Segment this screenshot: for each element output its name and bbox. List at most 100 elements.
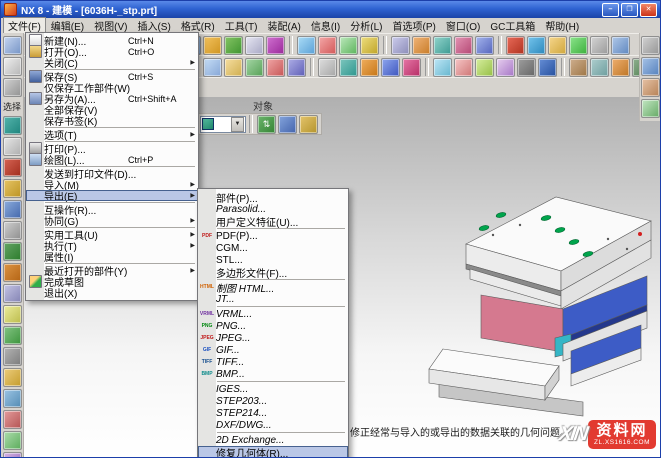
tb2-tool-icon-10[interactable] [203,58,222,77]
tb1-tool-icon-29[interactable] [569,36,588,55]
menubar-item-window[interactable]: 窗口(O) [441,17,485,34]
tbr-tool-icon-3[interactable] [641,99,660,118]
side-tool-icon-12[interactable] [3,284,22,303]
side-tool-icon-15[interactable] [3,347,22,366]
selection-scope-dropdown[interactable]: ▼ [200,116,246,133]
tb1-tool-icon-28[interactable] [548,36,567,55]
tb2-tool-icon-23[interactable] [454,58,473,77]
export-menu-item-pdf[interactable]: PDFPDF(P)... [198,230,348,242]
export-menu-item-png[interactable]: PNGPNG... [198,320,348,332]
tb1-tool-icon-26[interactable] [506,36,525,55]
tb1-tool-icon-13[interactable] [266,36,285,55]
export-menu-item-polygon-file[interactable]: 多边形文件(F)... [198,266,348,278]
tb1-tool-icon-31[interactable] [611,36,630,55]
tb2-tool-icon-17[interactable] [339,58,358,77]
side-tool-icon-9[interactable] [3,221,22,240]
side-tool-icon-5[interactable] [3,137,22,156]
tb1-tool-icon-30[interactable] [590,36,609,55]
side-tool-icon-6[interactable] [3,158,22,177]
file-menu-item-collaborate[interactable]: 协同(G)▶ [26,215,198,226]
maximize-button[interactable]: ❐ [621,3,638,17]
menubar-item-preferences[interactable]: 首选项(P) [388,17,441,34]
tb1-tool-icon-16[interactable] [318,36,337,55]
tb1-tool-icon-15[interactable] [297,36,316,55]
tb1-tool-icon-21[interactable] [412,36,431,55]
tb1-tool-icon-12[interactable] [245,36,264,55]
side-tool-icon-14[interactable] [3,326,22,345]
tb2-tool-icon-11[interactable] [224,58,243,77]
tb2-tool-icon-13[interactable] [266,58,285,77]
side-tool-icon-18[interactable] [3,410,22,429]
file-menu-item-options[interactable]: 选项(T)▶ [26,129,198,140]
export-menu-item-step214[interactable]: STEP214... [198,407,348,419]
menubar-item-help[interactable]: 帮助(H) [540,17,584,34]
dropdown-caret-icon[interactable]: ▼ [231,117,244,132]
menubar-item-gc-toolbox[interactable]: GC工具箱 [485,17,540,34]
tb2-tool-icon-31[interactable] [611,58,630,77]
side-tool-icon-19[interactable] [3,431,22,450]
side-tool-icon-13[interactable] [3,305,22,324]
side-tool-icon-2[interactable] [3,78,22,97]
tb1-tool-icon-20[interactable] [391,36,410,55]
tb1-tool-icon-10[interactable] [203,36,222,55]
tb2-tool-icon-24[interactable] [475,58,494,77]
tb2-tool-icon-25[interactable] [496,58,515,77]
reverse-direction-icon[interactable]: ⇅ [257,115,276,134]
export-menu-item-tiff[interactable]: TIFFTIFF... [198,356,348,368]
tb2-tool-icon-20[interactable] [402,58,421,77]
file-menu-item-exit[interactable]: 退出(X) [26,287,198,298]
close-button[interactable]: ✕ [640,3,657,17]
side-tool-icon-0[interactable] [3,36,22,55]
tb2-tool-icon-22[interactable] [433,58,452,77]
tb1-tool-icon-24[interactable] [475,36,494,55]
tb2-tool-icon-27[interactable] [538,58,557,77]
export-menu-item-bmp[interactable]: BMPBMP... [198,368,348,380]
export-menu-item-vrml[interactable]: VRMLVRML... [198,308,348,320]
export-menu-item-gif[interactable]: GIFGIF... [198,344,348,356]
menubar-item-assemblies[interactable]: 装配(A) [262,17,305,34]
tb2-tool-icon-16[interactable] [318,58,337,77]
tb2-tool-icon-12[interactable] [245,58,264,77]
export-menu-item-dxf-dwg[interactable]: DXF/DWG... [198,419,348,431]
side-tool-icon-1[interactable] [3,57,22,76]
export-menu-item-iges[interactable]: IGES... [198,383,348,395]
tb1-tool-icon-18[interactable] [360,36,379,55]
export-menu-item-drafting-html[interactable]: HTML制图 HTML... [198,281,348,293]
file-menu-item-export[interactable]: 导出(E)▶ [26,190,198,201]
side-tool-icon-4[interactable] [3,116,22,135]
tbr-tool-icon-2[interactable] [641,78,660,97]
file-menu-item-save-bookmark[interactable]: 保存书签(K) [26,115,198,126]
snap-point-icon[interactable] [278,115,297,134]
side-tool-icon-17[interactable] [3,389,22,408]
tb2-tool-icon-29[interactable] [569,58,588,77]
export-menu-item-repair-geometry[interactable]: 修复几何体(R)... [198,446,348,458]
model-pink-block[interactable] [481,295,563,352]
side-tool-icon-8[interactable] [3,200,22,219]
folder-icon[interactable] [3,368,22,387]
file-menu-item-plot[interactable]: 绘图(L)...Ctrl+P [26,154,198,165]
tb2-tool-icon-14[interactable] [287,58,306,77]
tb1-tool-icon-17[interactable] [339,36,358,55]
file-menu-item-properties[interactable]: 属性(I) [26,251,198,262]
export-menu-item-cgm[interactable]: CGM... [198,242,348,254]
selection-filter-icon[interactable] [299,115,318,134]
export-menu-item-part[interactable]: 部件(P)... [198,191,348,203]
export-menu-item-step203[interactable]: STEP203... [198,395,348,407]
tbr-tool-icon-0[interactable] [641,36,660,55]
file-menu-item-close[interactable]: 关闭(C)▶ [26,57,198,68]
tb2-tool-icon-19[interactable] [381,58,400,77]
menubar-item-tools[interactable]: 工具(T) [220,17,263,34]
tb1-tool-icon-27[interactable] [527,36,546,55]
tb2-tool-icon-30[interactable] [590,58,609,77]
minimize-button[interactable]: – [602,3,619,17]
tb1-tool-icon-11[interactable] [224,36,243,55]
menubar-item-information[interactable]: 信息(I) [306,17,345,34]
export-menu-item-user-defined-feature[interactable]: 用户定义特征(U)... [198,215,348,227]
title-bar[interactable]: NX 8 - 建模 - [6036H-_stp.prt] –❐✕ [1,1,660,18]
export-menu-item-jpeg[interactable]: JPEGJPEG... [198,332,348,344]
tb2-tool-icon-26[interactable] [517,58,536,77]
menubar-item-analysis[interactable]: 分析(L) [345,17,387,34]
tbr-tool-icon-1[interactable] [641,57,660,76]
tb1-tool-icon-23[interactable] [454,36,473,55]
side-tool-icon-10[interactable] [3,242,22,261]
